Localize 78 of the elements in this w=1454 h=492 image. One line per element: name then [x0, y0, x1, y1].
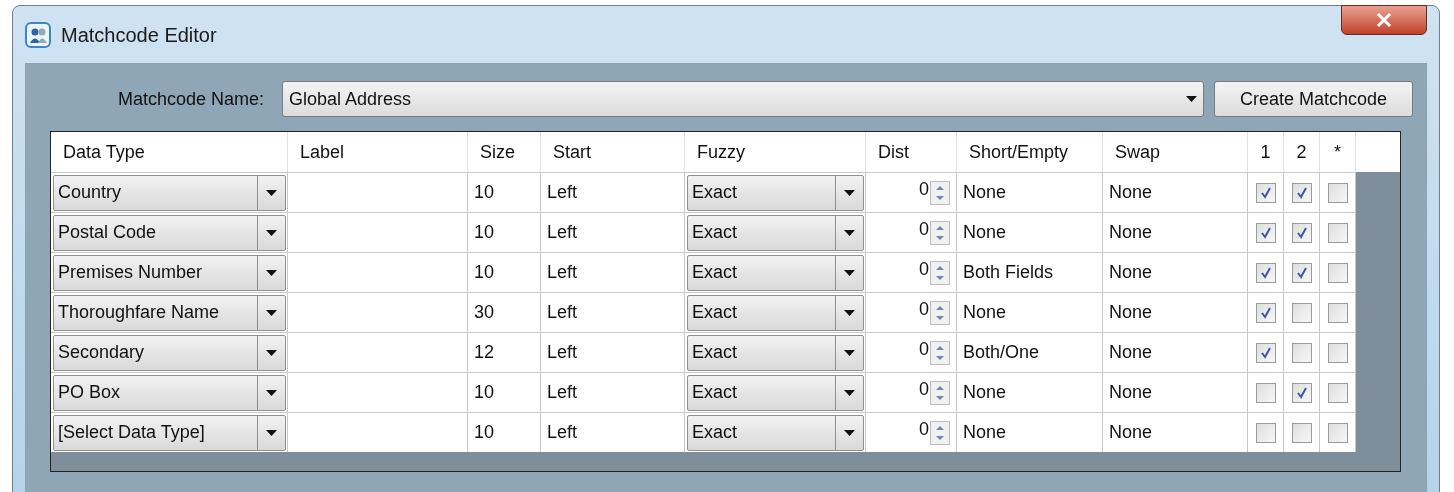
spinner-arrows-icon [930, 340, 950, 365]
check-icon [1258, 305, 1273, 320]
spinner-arrows-icon [930, 260, 950, 285]
caret-icon [844, 349, 855, 356]
spinner-arrows-icon [930, 220, 950, 245]
data-type-dropdown[interactable]: Postal Code [53, 214, 286, 251]
checkbox[interactable] [1291, 422, 1312, 443]
caret-icon [266, 229, 277, 236]
caret-icon [844, 269, 855, 276]
checkbox[interactable] [1327, 262, 1348, 283]
fuzzy-dropdown[interactable]: Exact [687, 414, 864, 451]
matchcode-name-dropdown[interactable]: Global Address [282, 81, 1204, 117]
data-type-dropdown[interactable]: PO Box [53, 374, 286, 411]
caret-icon [1186, 96, 1197, 102]
table-cell: None [1103, 413, 1248, 452]
close-button[interactable] [1341, 5, 1427, 35]
data-type-dropdown[interactable]: Thoroughfare Name [53, 294, 286, 331]
table-cell: 10 [468, 413, 541, 452]
spinner-arrows-icon [930, 180, 950, 205]
checkbox[interactable] [1255, 422, 1276, 443]
check-icon [1258, 345, 1273, 360]
checkbox[interactable] [1291, 342, 1312, 363]
create-matchcode-button[interactable]: Create Matchcode [1214, 81, 1413, 117]
caret-icon [844, 229, 855, 236]
check-icon [1294, 225, 1309, 240]
caret-icon [266, 389, 277, 396]
checkbox[interactable] [1327, 302, 1348, 323]
close-icon [1376, 13, 1392, 27]
checkbox[interactable] [1327, 222, 1348, 243]
checkbox[interactable] [1255, 182, 1276, 203]
fuzzy-dropdown[interactable]: Exact [687, 334, 864, 371]
checkbox[interactable] [1255, 222, 1276, 243]
data-type-dropdown[interactable]: [Select Data Type] [53, 414, 286, 451]
check-icon [1258, 265, 1273, 280]
checkbox[interactable] [1291, 302, 1312, 323]
caret-icon [266, 189, 277, 196]
checkbox[interactable] [1327, 182, 1348, 203]
caret-icon [266, 429, 277, 436]
window-title: Matchcode Editor [61, 22, 217, 48]
caret-icon [266, 309, 277, 316]
people-icon [25, 21, 51, 48]
checkbox[interactable] [1291, 222, 1312, 243]
caret-icon [266, 269, 277, 276]
check-icon [1258, 225, 1273, 240]
fuzzy-dropdown[interactable]: Exact [687, 254, 864, 291]
checkbox[interactable] [1291, 262, 1312, 283]
check-icon [1294, 385, 1309, 400]
check-icon [1258, 185, 1273, 200]
caret-icon [844, 429, 855, 436]
caret-icon [844, 389, 855, 396]
spinner-arrows-icon [930, 380, 950, 405]
table-cell: None [957, 413, 1103, 452]
checkbox[interactable] [1327, 342, 1348, 363]
data-type-dropdown[interactable]: Secondary [53, 334, 286, 371]
fuzzy-dropdown[interactable]: Exact [687, 214, 864, 251]
check-icon [1294, 265, 1309, 280]
table-cell: Left [541, 413, 685, 452]
checkbox[interactable] [1255, 342, 1276, 363]
checkbox[interactable] [1291, 382, 1312, 403]
data-type-dropdown[interactable]: Country [53, 174, 286, 211]
caret-icon [844, 189, 855, 196]
checkbox[interactable] [1291, 182, 1312, 203]
check-icon [1294, 185, 1309, 200]
data-type-dropdown[interactable]: Premises Number [53, 254, 286, 291]
fuzzy-dropdown[interactable]: Exact [687, 374, 864, 411]
checkbox[interactable] [1255, 382, 1276, 403]
fuzzy-dropdown[interactable]: Exact [687, 294, 864, 331]
dist-spinner[interactable]: 0 [866, 413, 957, 452]
checkbox[interactable] [1327, 422, 1348, 443]
spinner-arrows-icon [930, 300, 950, 325]
caret-icon [844, 309, 855, 316]
spinner-arrows-icon [930, 420, 950, 445]
fuzzy-dropdown[interactable]: Exact [687, 174, 864, 211]
checkbox[interactable] [1255, 302, 1276, 323]
checkbox[interactable] [1255, 262, 1276, 283]
checkbox[interactable] [1327, 382, 1348, 403]
matchcode-name-label: Matchcode Name: [116, 87, 265, 111]
caret-icon [266, 349, 277, 356]
